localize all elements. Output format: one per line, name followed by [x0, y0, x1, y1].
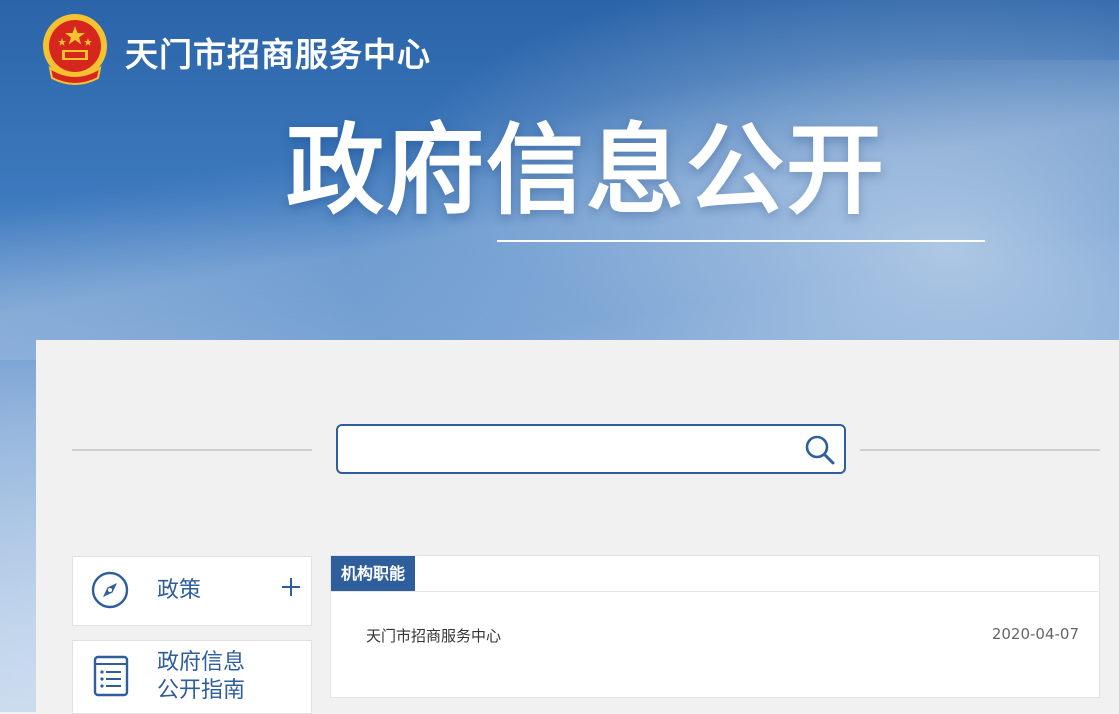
- national-emblem-icon: [43, 14, 107, 85]
- list-item-date: 2020-04-07: [991, 625, 1079, 643]
- list-item-title[interactable]: 天门市招商服务中心: [366, 625, 501, 646]
- sidebar-item-policy[interactable]: 政策: [72, 556, 312, 626]
- plus-icon[interactable]: [281, 577, 301, 597]
- divider-left: [72, 449, 312, 451]
- sidebar-item-label: 政策: [157, 578, 202, 603]
- tab-institution-function[interactable]: 机构职能: [331, 556, 416, 591]
- institution-function-panel: 机构职能 天门市招商服务中心 2020-04-07: [330, 555, 1100, 698]
- search-box: [336, 424, 846, 474]
- document-list-icon: [93, 655, 129, 697]
- page-title: 政府信息公开: [286, 114, 887, 228]
- sidebar-item-disclosure-guide[interactable]: 政府信息 公开指南: [72, 640, 312, 714]
- search-input[interactable]: [348, 432, 792, 468]
- search-icon[interactable]: [804, 434, 836, 466]
- title-underline: [497, 240, 985, 242]
- divider-right: [860, 449, 1100, 451]
- panel-header: 机构职能: [331, 556, 1099, 592]
- site-title[interactable]: 天门市招商服务中心: [125, 28, 431, 76]
- sidebar-item-label-line2: 公开指南: [157, 678, 246, 703]
- sidebar-item-label-line1: 政府信息: [157, 650, 246, 675]
- compass-icon: [91, 571, 129, 609]
